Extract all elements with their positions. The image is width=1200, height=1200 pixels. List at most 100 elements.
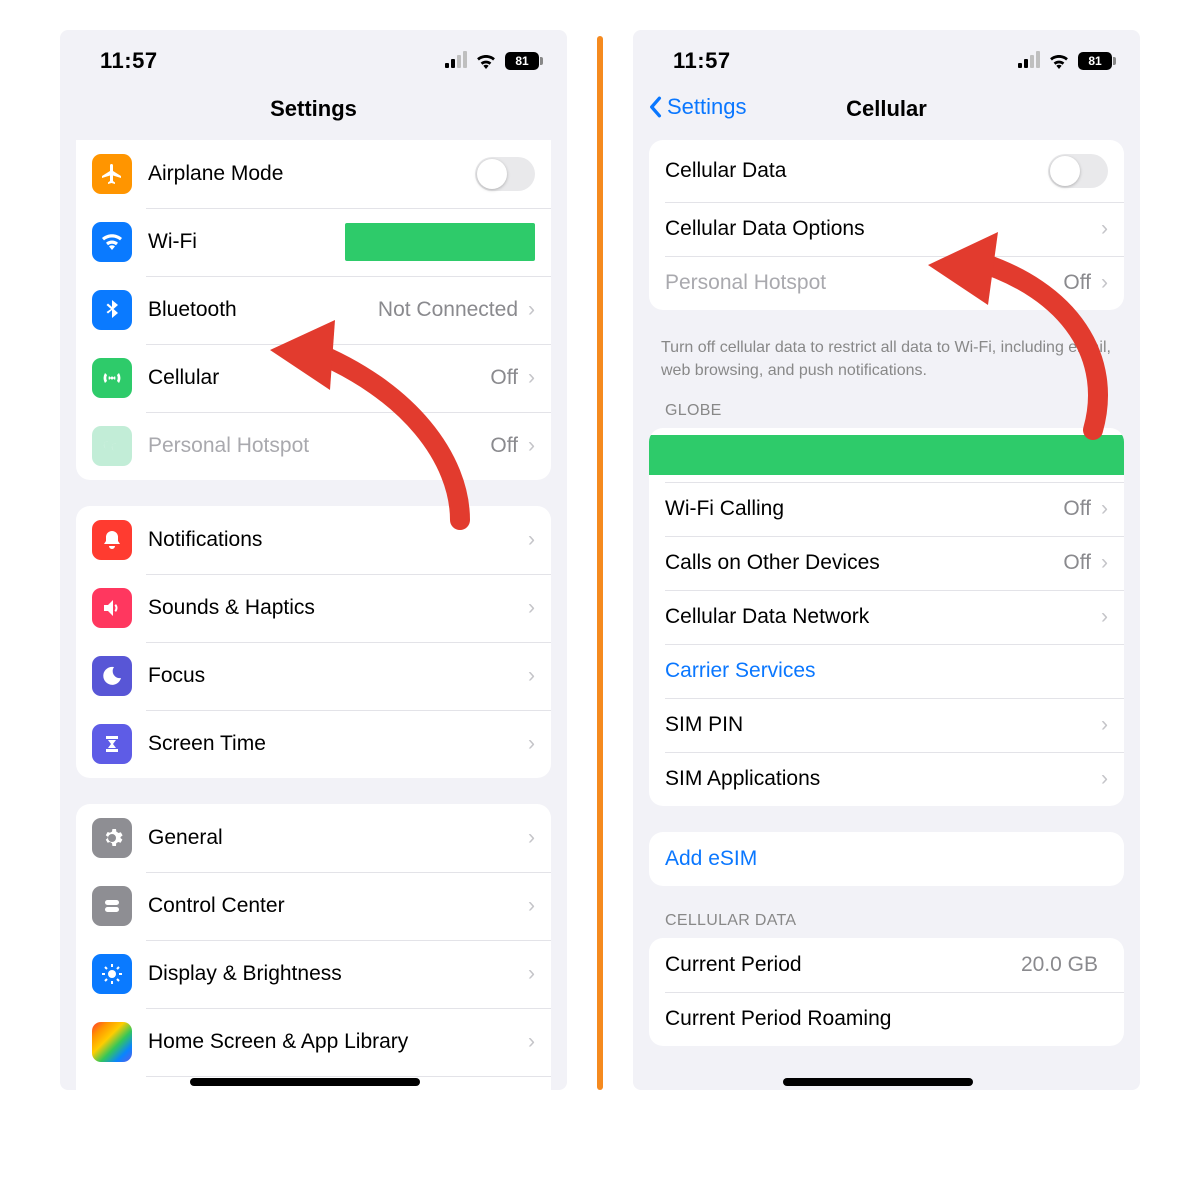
settings-screen: 11:57 81 Settings Airplane Mode Wi-Fi	[60, 30, 567, 1090]
current-period-detail: 20.0 GB	[1021, 953, 1098, 977]
general-row[interactable]: General ›	[76, 804, 551, 872]
carrier-name-row[interactable]	[649, 428, 1124, 482]
homescreen-row[interactable]: Home Screen & App Library ›	[76, 1008, 551, 1076]
sounds-icon	[92, 588, 132, 628]
screentime-row[interactable]: Screen Time ›	[76, 710, 551, 778]
data-usage-group: Current Period 20.0 GB Current Period Ro…	[649, 938, 1124, 1046]
sim-pin-row[interactable]: SIM PIN ›	[649, 698, 1124, 752]
cellular-screen: 11:57 81 Settings Cellular Cellular Data…	[633, 30, 1140, 1090]
cellular-data-options-label: Cellular Data Options	[665, 217, 1101, 241]
controlcenter-label: Control Center	[148, 894, 528, 918]
focus-label: Focus	[148, 664, 528, 688]
current-period-row[interactable]: Current Period 20.0 GB	[649, 938, 1124, 992]
wifi-icon	[1048, 53, 1070, 69]
cellular-data-network-row[interactable]: Cellular Data Network ›	[649, 590, 1124, 644]
wifi-calling-detail: Off	[1063, 497, 1091, 521]
cellular-signal-icon	[1018, 54, 1040, 68]
current-period-roaming-label: Current Period Roaming	[665, 1007, 1108, 1031]
screentime-label: Screen Time	[148, 732, 528, 756]
screenshot-divider	[597, 36, 603, 1090]
carrier-group: Wi-Fi Calling Off › Calls on Other Devic…	[649, 428, 1124, 806]
chevron-right-icon: ›	[528, 826, 535, 850]
connectivity-group: Airplane Mode Wi-Fi Bluetooth Not Connec…	[76, 140, 551, 480]
page-title: Settings	[270, 96, 357, 122]
esim-group: Add eSIM	[649, 832, 1124, 886]
current-period-roaming-row[interactable]: Current Period Roaming	[649, 992, 1124, 1046]
gear-icon	[92, 818, 132, 858]
focus-icon	[92, 656, 132, 696]
chevron-right-icon: ›	[528, 596, 535, 620]
carrier-services-label: Carrier Services	[665, 659, 1108, 683]
chevron-right-icon: ›	[528, 894, 535, 918]
chevron-right-icon: ›	[528, 366, 535, 390]
wifi-app-icon	[92, 222, 132, 262]
cellular-data-toggle[interactable]	[1048, 154, 1108, 188]
wifi-calling-row[interactable]: Wi-Fi Calling Off ›	[649, 482, 1124, 536]
calls-other-devices-row[interactable]: Calls on Other Devices Off ›	[649, 536, 1124, 590]
status-bar: 11:57 81	[633, 30, 1140, 86]
wifi-label: Wi-Fi	[148, 230, 339, 254]
battery-icon: 81	[1078, 52, 1112, 70]
chevron-right-icon: ›	[1101, 767, 1108, 791]
cellular-data-options-row[interactable]: Cellular Data Options ›	[649, 202, 1124, 256]
cellular-data-label: Cellular Data	[665, 159, 1048, 183]
bluetooth-label: Bluetooth	[148, 298, 378, 322]
redaction-bar	[190, 1078, 420, 1086]
general-group: General › Control Center › Display & Bri…	[76, 804, 551, 1090]
focus-row[interactable]: Focus ›	[76, 642, 551, 710]
airplane-mode-row[interactable]: Airplane Mode	[76, 140, 551, 208]
nav-bar: Settings	[60, 86, 567, 140]
notifications-icon	[92, 520, 132, 560]
back-button[interactable]: Settings	[647, 94, 747, 120]
bluetooth-icon	[92, 290, 132, 330]
chevron-right-icon: ›	[1101, 271, 1108, 295]
carrier-services-row[interactable]: Carrier Services	[649, 644, 1124, 698]
attention-group: Notifications › Sounds & Haptics › Focus…	[76, 506, 551, 778]
battery-icon: 81	[505, 52, 539, 70]
controlcenter-row[interactable]: Control Center ›	[76, 872, 551, 940]
chevron-right-icon: ›	[528, 298, 535, 322]
add-esim-label: Add eSIM	[665, 847, 1108, 871]
bluetooth-row[interactable]: Bluetooth Not Connected ›	[76, 276, 551, 344]
display-label: Display & Brightness	[148, 962, 528, 986]
cellular-icon	[92, 358, 132, 398]
airplane-toggle[interactable]	[475, 157, 535, 191]
chevron-right-icon: ›	[528, 732, 535, 756]
chevron-right-icon: ›	[528, 962, 535, 986]
back-label: Settings	[667, 94, 747, 120]
cellular-label: Cellular	[148, 366, 490, 390]
add-esim-row[interactable]: Add eSIM	[649, 832, 1124, 886]
notifications-row[interactable]: Notifications ›	[76, 506, 551, 574]
chevron-right-icon: ›	[1101, 551, 1108, 575]
nav-bar: Settings Cellular	[633, 86, 1140, 140]
chevron-right-icon: ›	[1101, 497, 1108, 521]
carrier-name-redacted	[649, 435, 1124, 475]
chevron-right-icon: ›	[528, 664, 535, 688]
status-time: 11:57	[673, 48, 731, 74]
data-section-header: CELLULAR DATA	[633, 912, 1140, 938]
display-row[interactable]: Display & Brightness ›	[76, 940, 551, 1008]
status-bar: 11:57 81	[60, 30, 567, 86]
current-period-label: Current Period	[665, 953, 1021, 977]
sounds-row[interactable]: Sounds & Haptics ›	[76, 574, 551, 642]
status-time: 11:57	[100, 48, 158, 74]
wifi-row[interactable]: Wi-Fi	[76, 208, 551, 276]
calls-other-devices-label: Calls on Other Devices	[665, 551, 1063, 575]
homescreen-icon	[92, 1022, 132, 1062]
cellular-signal-icon	[445, 54, 467, 68]
notifications-label: Notifications	[148, 528, 528, 552]
personal-hotspot-row[interactable]: Personal Hotspot Off ›	[649, 256, 1124, 310]
wifi-icon	[475, 53, 497, 69]
chevron-right-icon: ›	[1101, 713, 1108, 737]
cellular-footnote: Turn off cellular data to restrict all d…	[633, 336, 1140, 402]
controlcenter-icon	[92, 886, 132, 926]
cellular-data-row[interactable]: Cellular Data	[649, 140, 1124, 202]
cellular-row[interactable]: Cellular Off ›	[76, 344, 551, 412]
personal-hotspot-detail: Off	[1063, 271, 1091, 295]
wifi-value-redacted	[345, 223, 536, 261]
chevron-right-icon: ›	[528, 1030, 535, 1054]
hotspot-row[interactable]: Personal Hotspot Off ›	[76, 412, 551, 480]
screentime-icon	[92, 724, 132, 764]
sim-applications-label: SIM Applications	[665, 767, 1101, 791]
sim-applications-row[interactable]: SIM Applications ›	[649, 752, 1124, 806]
